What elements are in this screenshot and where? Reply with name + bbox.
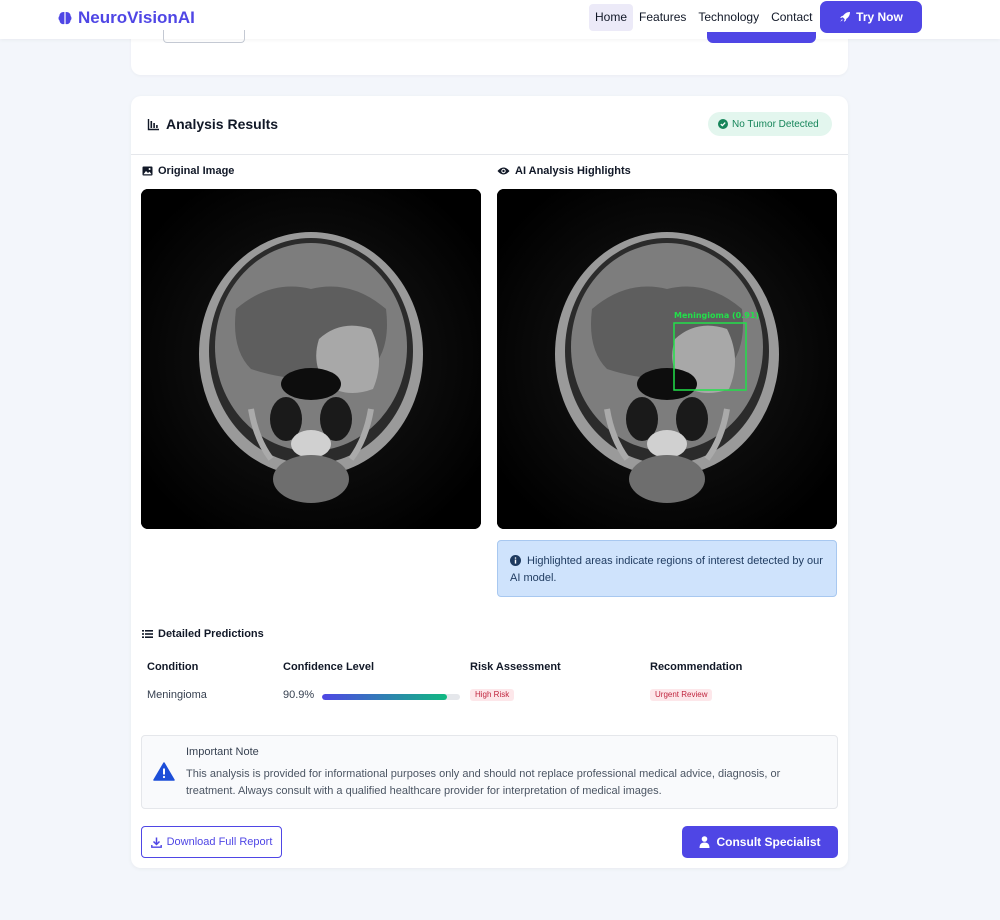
original-mri-image [141, 189, 481, 529]
status-badge: No Tumor Detected [708, 112, 832, 136]
download-report-button[interactable]: Download Full Report [141, 826, 282, 858]
status-text: No Tumor Detected [732, 118, 819, 130]
check-circle-icon [718, 119, 728, 129]
nav-link-home[interactable]: Home [589, 4, 634, 31]
doctor-icon [699, 836, 710, 848]
card-title: Analysis Results [147, 116, 278, 132]
consult-specialist-label: Consult Specialist [716, 835, 821, 849]
header-recommendation: Recommendation [650, 661, 743, 673]
nav-link-features[interactable]: Features [633, 4, 692, 31]
confidence-bar-fill [322, 694, 448, 700]
download-report-label: Download Full Report [166, 836, 273, 848]
header-condition: Condition [147, 661, 199, 673]
warning-icon [153, 762, 175, 781]
ai-highlights-label-text: AI Analysis Highlights [515, 165, 631, 177]
card-title-text: Analysis Results [166, 116, 279, 132]
info-text: Highlighted areas indicate regions of in… [510, 555, 823, 584]
previous-primary-button[interactable] [707, 32, 816, 43]
risk-badge: High Risk [470, 689, 515, 701]
highlighted-mri-image: Meningioma (0.91) [497, 189, 837, 529]
detection-label: Meningioma (0.91) [674, 311, 759, 320]
bar-chart-icon [147, 118, 159, 130]
analysis-results-card: Analysis Results No Tumor Detected Origi… [131, 96, 848, 868]
nav-link-contact[interactable]: Contact [765, 4, 818, 31]
cell-confidence: 90.9% [283, 689, 315, 701]
original-image-label-text: Original Image [158, 165, 235, 177]
header-confidence: Confidence Level [283, 661, 375, 673]
confidence-bar [322, 694, 460, 700]
recommendation-badge: Urgent Review [650, 689, 713, 701]
detailed-predictions-label: Detailed Predictions [142, 628, 264, 640]
info-icon [510, 555, 521, 566]
list-icon [142, 630, 153, 638]
original-image-label: Original Image [142, 165, 234, 177]
info-box: Highlighted areas indicate regions of in… [497, 540, 837, 597]
note-text: This analysis is provided for informatio… [186, 768, 781, 797]
try-now-label: Try Now [856, 10, 903, 24]
brain-icon [58, 11, 72, 25]
detailed-predictions-label-text: Detailed Predictions [158, 628, 264, 640]
eye-icon [497, 167, 510, 175]
rocket-icon [840, 12, 851, 22]
note-title: Important Note [186, 746, 259, 758]
card-header: Analysis Results No Tumor Detected [131, 96, 848, 155]
image-icon [142, 166, 153, 176]
mri-scan-highlighted-graphic: Meningioma (0.91) [497, 189, 837, 529]
header-risk: Risk Assessment [470, 661, 561, 673]
ai-highlights-label: AI Analysis Highlights [497, 165, 631, 177]
brand-name: NeuroVisionAI [78, 8, 195, 27]
consult-specialist-button[interactable]: Consult Specialist [682, 826, 838, 858]
nav-links: Home Features Technology Contact [589, 4, 818, 31]
download-icon [150, 837, 162, 848]
nav-link-technology[interactable]: Technology [692, 4, 765, 31]
try-now-button[interactable]: Try Now [820, 1, 922, 33]
previous-outline-button[interactable] [163, 30, 245, 43]
cell-condition: Meningioma [147, 689, 207, 701]
important-note: Important Note This analysis is provided… [141, 735, 838, 809]
navbar: NeuroVisionAI Home Features Technology C… [0, 0, 1000, 39]
mri-scan-graphic [141, 189, 481, 529]
brand[interactable]: NeuroVisionAI [57, 7, 195, 29]
